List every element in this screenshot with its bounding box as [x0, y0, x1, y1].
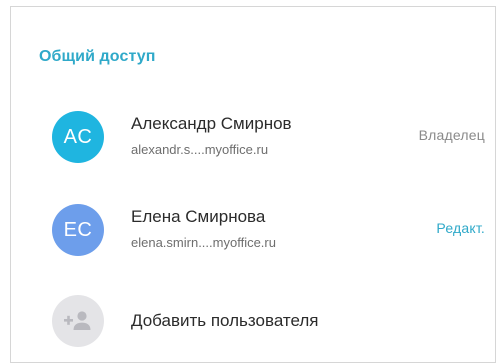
user-email: alexandr.s....myoffice.ru: [131, 142, 269, 157]
role-dropdown-editor[interactable]: Редакт.: [436, 220, 485, 236]
user-email: elena.smirn....myoffice.ru: [131, 235, 276, 250]
sharing-panel: Общий доступ AC Александр Смирнов alexan…: [10, 6, 496, 363]
section-title: Общий доступ: [39, 48, 156, 65]
avatar-initials: AC: [63, 125, 93, 148]
user-name: Елена Смирнова: [131, 207, 266, 226]
add-user-avatar: [52, 295, 104, 347]
role-label-owner: Владелец: [418, 127, 485, 143]
user-row-editor[interactable]: EC Елена Смирнова elena.smirn....myoffic…: [11, 204, 495, 274]
user-name: Александр Смирнов: [131, 114, 292, 133]
user-row-owner[interactable]: AC Александр Смирнов alexandr.s....myoff…: [11, 111, 495, 181]
add-user-button[interactable]: Добавить пользователя: [11, 295, 495, 362]
avatar: EC: [52, 204, 104, 256]
avatar: AC: [52, 111, 104, 163]
avatar-initials: EC: [63, 218, 93, 241]
add-user-label: Добавить пользователя: [131, 311, 319, 330]
add-person-icon: [64, 311, 91, 330]
